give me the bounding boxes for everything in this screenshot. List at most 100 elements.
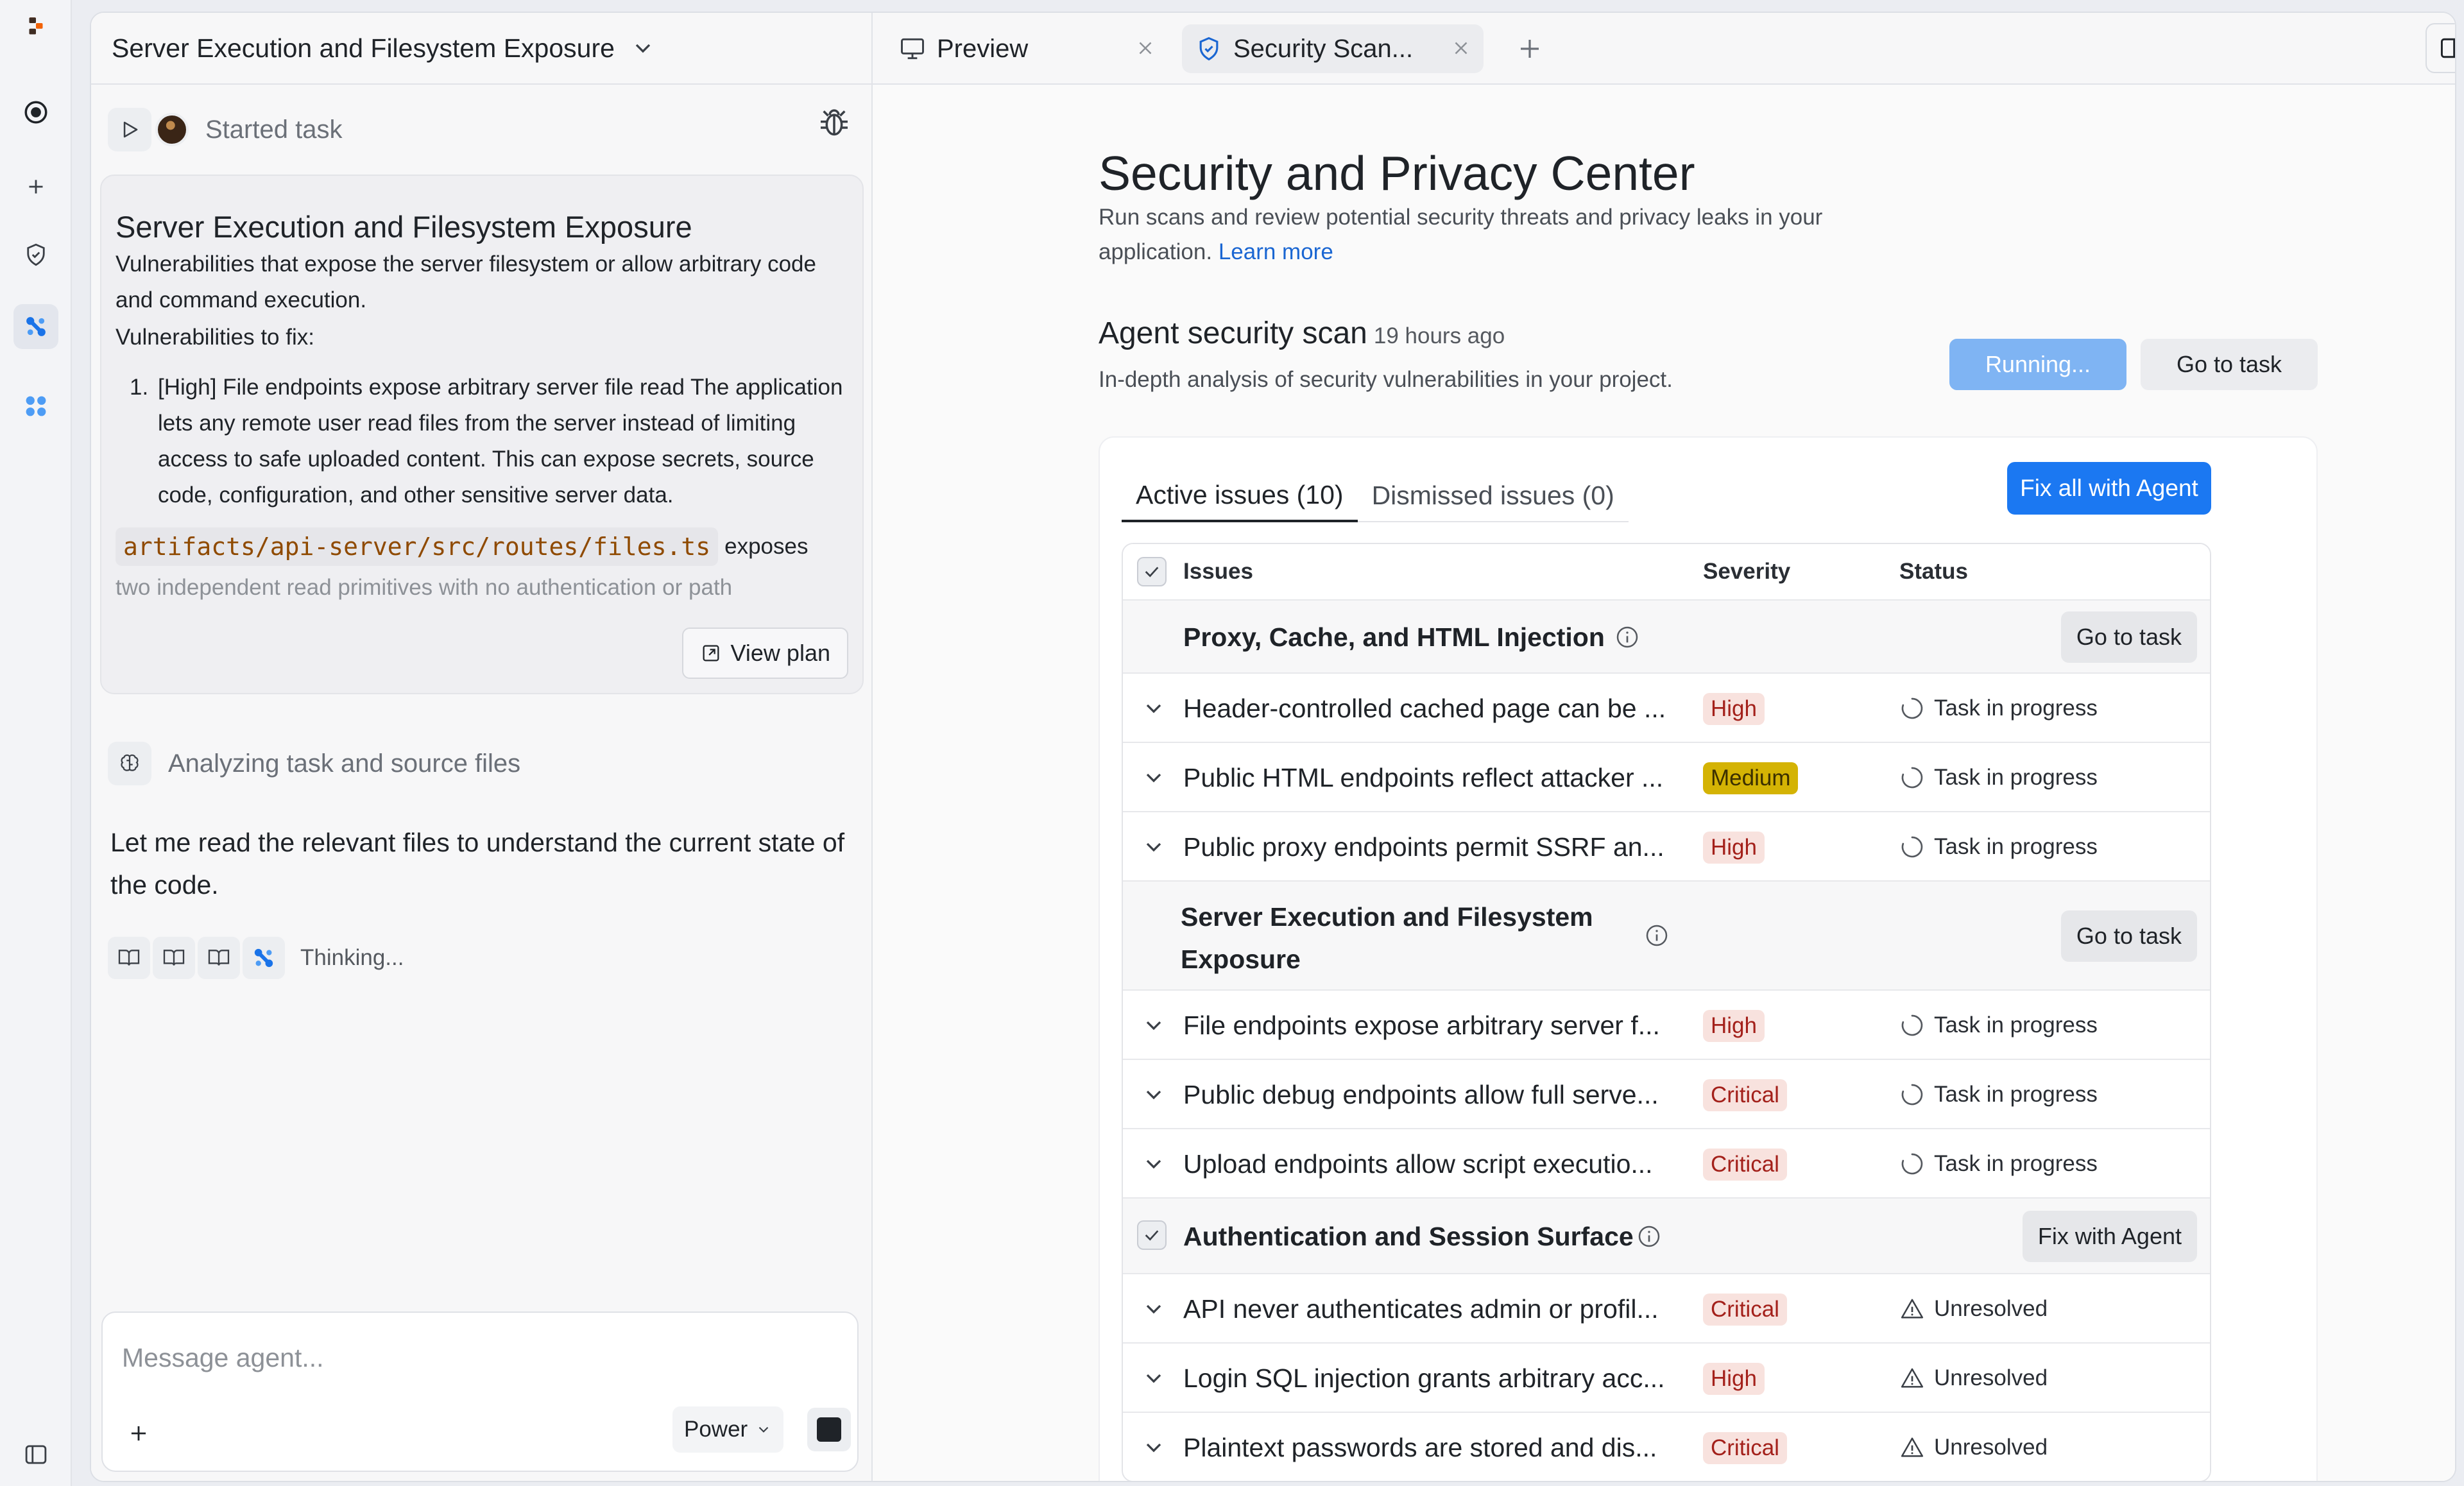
group-title-line: Server Execution and Filesystem <box>1181 902 1593 932</box>
severity-badge: High <box>1703 832 1765 864</box>
warning-icon <box>1901 1368 1924 1388</box>
group-checkbox[interactable] <box>1137 1220 1167 1250</box>
record-icon[interactable] <box>13 90 58 135</box>
chevron-down-icon[interactable] <box>1141 696 1167 721</box>
thinking-row: Thinking... <box>108 937 404 979</box>
tab-dismissed-issues[interactable]: Dismissed issues (0) <box>1358 470 1629 521</box>
brain-button[interactable] <box>108 742 151 785</box>
col-status: Status <box>1899 559 1968 584</box>
scan-time: 19 hours ago <box>1373 323 1505 348</box>
close-icon[interactable] <box>1134 37 1156 59</box>
info-icon[interactable] <box>1644 923 1670 948</box>
replit-logo-icon[interactable] <box>13 5 58 50</box>
issues-table: Issues Severity Status Proxy, Cache, and… <box>1122 543 2211 1481</box>
add-tab-icon[interactable] <box>1514 33 1545 64</box>
severity-badge: High <box>1703 1363 1765 1395</box>
issue-title: API never authenticates admin or profil.… <box>1183 1294 1659 1324</box>
plus-icon[interactable] <box>13 164 58 209</box>
shield-icon[interactable] <box>13 232 58 277</box>
split-view-button[interactable] <box>2426 23 2455 73</box>
play-button[interactable] <box>108 108 151 151</box>
learn-more-link[interactable]: Learn more <box>1219 239 1333 264</box>
app-root: Server Execution and Filesystem Exposure… <box>0 0 2464 1486</box>
apps-icon[interactable] <box>13 384 58 429</box>
chevron-down-icon[interactable] <box>1141 1012 1167 1038</box>
spinner-icon <box>1901 1153 1923 1175</box>
sidebar-toggle-icon[interactable] <box>13 1432 58 1477</box>
task-selector[interactable]: Server Execution and Filesystem Exposure <box>91 13 871 85</box>
scan-description: In-depth analysis of security vulnerabil… <box>1099 367 1673 392</box>
running-button[interactable]: Running... <box>1949 339 2126 390</box>
issue-row[interactable]: Public HTML endpoints reflect attacker .… <box>1123 742 2210 811</box>
issue-row[interactable]: Public debug endpoints allow full serve.… <box>1123 1059 2210 1128</box>
info-icon[interactable] <box>1614 624 1640 650</box>
status-label: Unresolved <box>1934 1435 2048 1460</box>
issue-row[interactable]: Header-controlled cached page can be ...… <box>1123 672 2210 742</box>
go-to-task-button[interactable]: Go to task <box>2141 339 2318 390</box>
file-path-code: artifacts/api-server/src/routes/files.ts <box>116 527 719 566</box>
task-plan-card: Server Execution and Filesystem Exposure… <box>100 175 864 694</box>
vulnerability-item: 1. [High] File endpoints expose arbitrar… <box>130 370 848 513</box>
issue-status: Unresolved <box>1899 1274 2048 1344</box>
read-file-button[interactable] <box>108 937 150 979</box>
issue-status: Task in progress <box>1899 674 2098 743</box>
message-input[interactable] <box>122 1338 699 1377</box>
mode-label: Power <box>684 1417 748 1442</box>
issue-status: Task in progress <box>1899 743 2098 812</box>
agent-icon[interactable] <box>13 304 58 349</box>
chevron-down-icon[interactable] <box>1141 1435 1167 1460</box>
thinking-label: Thinking... <box>300 945 404 970</box>
read-file-button[interactable] <box>198 937 240 979</box>
check-icon <box>1145 567 1159 577</box>
play-icon <box>123 121 138 138</box>
issue-row[interactable]: File endpoints expose arbitrary server f… <box>1123 989 2210 1059</box>
agent-status-button[interactable] <box>243 937 285 979</box>
severity-badge: Medium <box>1703 762 1799 794</box>
group-title: Server Execution and Filesystem Exposure <box>1181 896 1593 980</box>
brain-icon <box>121 754 139 771</box>
chevron-down-icon[interactable] <box>1141 1151 1167 1177</box>
message-composer: Power <box>101 1311 859 1472</box>
scan-title: Agent security scan <box>1099 316 1367 350</box>
task-card-heading: Server Execution and Filesystem Exposure <box>116 210 692 244</box>
issue-title: File endpoints expose arbitrary server f… <box>1183 1010 1660 1040</box>
spinner-icon <box>1901 836 1923 858</box>
severity-badge: Critical <box>1703 1432 1787 1464</box>
read-file-button[interactable] <box>153 937 195 979</box>
issue-row[interactable]: Public proxy endpoints permit SSRF an...… <box>1123 811 2210 880</box>
task-card-intro: Vulnerabilities that expose the server f… <box>116 252 816 312</box>
close-icon[interactable] <box>1450 37 1472 59</box>
issue-title: Public proxy endpoints permit SSRF an... <box>1183 832 1664 862</box>
security-center: Security and Privacy Center Run scans an… <box>873 85 2455 1481</box>
issue-row[interactable]: API never authenticates admin or profil.… <box>1123 1273 2210 1342</box>
fix-with-agent-button[interactable]: Fix with Agent <box>2022 1211 2197 1262</box>
go-to-task-button[interactable]: Go to task <box>2060 910 2197 962</box>
info-icon[interactable] <box>1636 1224 1662 1249</box>
tab-label: Preview <box>937 34 1029 63</box>
bug-icon[interactable] <box>816 105 852 141</box>
issue-row[interactable]: Login SQL injection grants arbitrary acc… <box>1123 1342 2210 1412</box>
mode-select[interactable]: Power <box>672 1406 784 1453</box>
issue-row[interactable]: Upload endpoints allow script executio..… <box>1123 1128 2210 1197</box>
tab-active-issues[interactable]: Active issues (10) <box>1122 470 1358 522</box>
select-all-checkbox[interactable] <box>1137 557 1167 586</box>
chevron-down-icon[interactable] <box>1141 1082 1167 1107</box>
faded-text: two independent read primitives with no … <box>116 575 733 600</box>
tab-security-scan[interactable]: Security Scan... <box>1182 24 1484 73</box>
col-severity: Severity <box>1703 559 1791 584</box>
issue-tabs: Active issues (10) Dismissed issues (0) <box>1122 470 1629 522</box>
fix-all-button[interactable]: Fix all with Agent <box>2007 462 2211 515</box>
avatar <box>155 113 189 146</box>
chevron-down-icon[interactable] <box>1141 765 1167 790</box>
stop-button[interactable] <box>807 1408 851 1451</box>
attach-button[interactable] <box>119 1414 158 1453</box>
issue-row[interactable]: Plaintext passwords are stored and dis..… <box>1123 1412 2210 1481</box>
go-to-task-button[interactable]: Go to task <box>2060 611 2197 663</box>
severity-badge: High <box>1703 1010 1765 1042</box>
chevron-down-icon[interactable] <box>1141 1296 1167 1322</box>
chevron-down-icon[interactable] <box>1141 834 1167 860</box>
tab-preview[interactable]: Preview <box>886 24 1168 73</box>
shield-check-icon <box>1199 37 1219 61</box>
chevron-down-icon[interactable] <box>1141 1365 1167 1391</box>
view-plan-button[interactable]: View plan <box>681 628 848 679</box>
